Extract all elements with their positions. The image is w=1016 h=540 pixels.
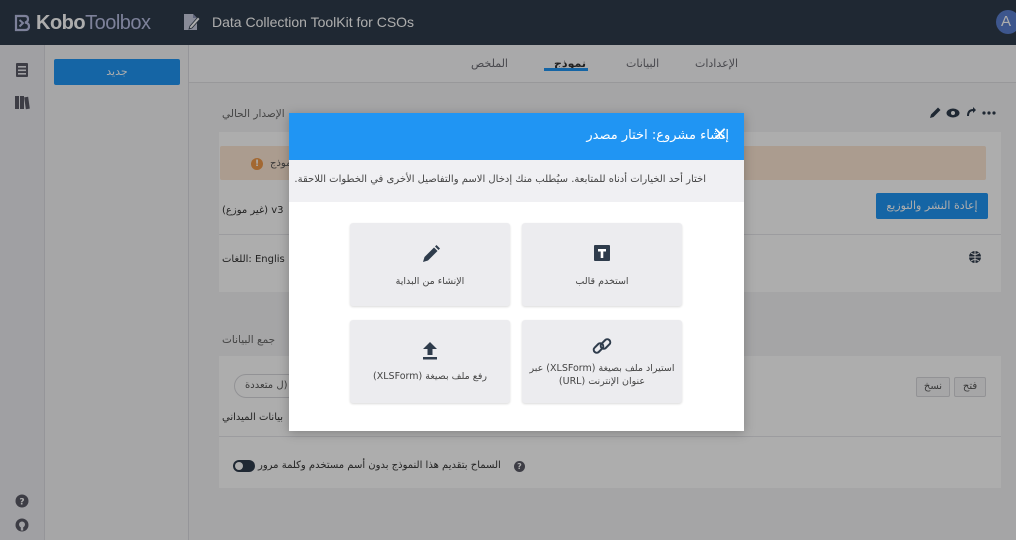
template-icon: [594, 245, 610, 261]
modal-header: إنشاء مشروع: اختار مصدر ✕: [289, 113, 744, 160]
option-label: الإنشاء من البداية: [395, 276, 465, 287]
upload-icon: [423, 342, 437, 360]
option-build-from-scratch[interactable]: الإنشاء من البداية: [350, 223, 510, 306]
link-icon: [592, 338, 612, 354]
option-import-url[interactable]: استيراد ملف بصيغة (XLSForm) عبر عنوان ال…: [522, 320, 682, 403]
pencil-icon: [423, 245, 440, 262]
close-icon[interactable]: ✕: [710, 125, 730, 145]
option-upload-xlsform[interactable]: رفع ملف بصيغة (XLSForm): [350, 320, 510, 403]
modal-title: إنشاء مشروع: اختار مصدر: [586, 128, 729, 143]
option-label: استخدم قالب: [575, 276, 629, 287]
modal-instructions-text: اختار أحد الخيارات أدناه للمتابعة. سيُطل…: [294, 174, 706, 185]
option-label: استيراد ملف بصيغة (XLSForm) عبر عنوان ال…: [529, 363, 675, 387]
modal-instructions: اختار أحد الخيارات أدناه للمتابعة. سيُطل…: [289, 160, 744, 202]
option-label: رفع ملف بصيغة (XLSForm): [373, 371, 487, 382]
create-project-modal: إنشاء مشروع: اختار مصدر ✕ اختار أحد الخي…: [289, 113, 744, 431]
option-use-template[interactable]: استخدم قالب: [522, 223, 682, 306]
